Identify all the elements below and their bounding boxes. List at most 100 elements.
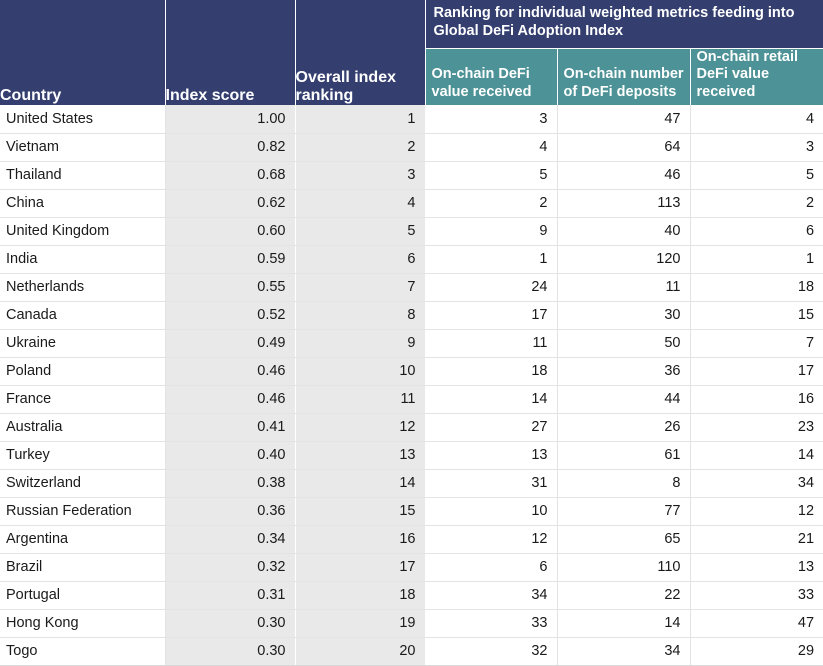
cell-metric2: 30 — [557, 301, 691, 330]
cell-overall-rank: 18 — [295, 581, 426, 610]
cell-country: United Kingdom — [0, 217, 166, 246]
cell-metric1: 24 — [425, 273, 558, 302]
cell-country: Australia — [0, 413, 166, 442]
cell-country: China — [0, 189, 166, 218]
cell-country: Canada — [0, 301, 166, 330]
table-row: Vietnam 0.82 2 4 64 3 — [0, 133, 823, 162]
cell-index-score: 0.46 — [165, 357, 296, 386]
cell-metric3: 29 — [690, 637, 823, 666]
cell-metric3: 1 — [690, 245, 823, 274]
cell-metric3: 5 — [690, 161, 823, 190]
column-header-index-score-cell: Index score — [165, 0, 296, 105]
cell-metric2: 26 — [557, 413, 691, 442]
cell-country: Ukraine — [0, 329, 166, 358]
cell-country: India — [0, 245, 166, 274]
table-row: United Kingdom 0.60 5 9 40 6 — [0, 217, 823, 246]
cell-overall-rank: 14 — [295, 469, 426, 498]
cell-overall-rank: 2 — [295, 133, 426, 162]
table-row: France 0.46 11 14 44 16 — [0, 385, 823, 414]
cell-index-score: 0.59 — [165, 245, 296, 274]
cell-metric1: 13 — [425, 441, 558, 470]
cell-country: Poland — [0, 357, 166, 386]
cell-overall-rank: 1 — [295, 105, 426, 134]
table-row: Hong Kong 0.30 19 33 14 47 — [0, 609, 823, 638]
cell-metric3: 13 — [690, 553, 823, 582]
column-header-country-cell: Country — [0, 0, 166, 105]
table-row: Turkey 0.40 13 13 61 14 — [0, 441, 823, 470]
cell-metric3: 47 — [690, 609, 823, 638]
table-row: Switzerland 0.38 14 31 8 34 — [0, 469, 823, 498]
cell-overall-rank: 6 — [295, 245, 426, 274]
cell-metric1: 5 — [425, 161, 558, 190]
cell-country: Thailand — [0, 161, 166, 190]
cell-overall-rank: 19 — [295, 609, 426, 638]
cell-country: Russian Federation — [0, 497, 166, 526]
cell-metric1: 6 — [425, 553, 558, 582]
cell-metric2: 50 — [557, 329, 691, 358]
cell-metric1: 11 — [425, 329, 558, 358]
cell-overall-rank: 9 — [295, 329, 426, 358]
column-header-country: Country — [0, 87, 62, 104]
cell-index-score: 0.49 — [165, 329, 296, 358]
cell-metric3: 6 — [690, 217, 823, 246]
cell-index-score: 0.55 — [165, 273, 296, 302]
cell-overall-rank: 17 — [295, 553, 426, 582]
cell-metric2: 64 — [557, 133, 691, 162]
cell-metric1: 2 — [425, 189, 558, 218]
cell-metric3: 2 — [690, 189, 823, 218]
cell-overall-rank: 12 — [295, 413, 426, 442]
cell-country: Portugal — [0, 581, 166, 610]
cell-metric1: 27 — [425, 413, 558, 442]
table-row: India 0.59 6 1 120 1 — [0, 245, 823, 274]
cell-index-score: 1.00 — [165, 105, 296, 134]
cell-country: Vietnam — [0, 133, 166, 162]
cell-metric2: 65 — [557, 525, 691, 554]
cell-metric1: 17 — [425, 301, 558, 330]
cell-metric1: 14 — [425, 385, 558, 414]
cell-index-score: 0.52 — [165, 301, 296, 330]
cell-country: Argentina — [0, 525, 166, 554]
cell-index-score: 0.34 — [165, 525, 296, 554]
cell-metric3: 3 — [690, 133, 823, 162]
cell-metric3: 4 — [690, 105, 823, 134]
table-body: United States 1.00 1 3 47 4 Vietnam 0.82 2 4 64 3 Th… — [0, 105, 823, 666]
cell-metric3: 15 — [690, 301, 823, 330]
cell-index-score: 0.46 — [165, 385, 296, 414]
column-header-overall-rank: Overall index ranking — [295, 69, 397, 104]
cell-index-score: 0.32 — [165, 553, 296, 582]
cell-metric1: 1 — [425, 245, 558, 274]
defi-adoption-index-table-sheet: Country Index score Overall index rankin… — [0, 0, 823, 666]
table-row: China 0.62 4 2 113 2 — [0, 189, 823, 218]
column-header-metric1: On-chain DeFi value received — [425, 48, 558, 105]
table-row: Thailand 0.68 3 5 46 5 — [0, 161, 823, 190]
cell-index-score: 0.40 — [165, 441, 296, 470]
cell-overall-rank: 4 — [295, 189, 426, 218]
cell-metric3: 21 — [690, 525, 823, 554]
cell-overall-rank: 3 — [295, 161, 426, 190]
cell-metric3: 33 — [690, 581, 823, 610]
defi-adoption-index-table: Country Index score Overall index rankin… — [0, 0, 823, 666]
table-row: Canada 0.52 8 17 30 15 — [0, 301, 823, 330]
column-header-metric2: On-chain number of DeFi deposits — [557, 48, 691, 105]
cell-metric3: 14 — [690, 441, 823, 470]
cell-metric1: 9 — [425, 217, 558, 246]
cell-index-score: 0.60 — [165, 217, 296, 246]
cell-overall-rank: 20 — [295, 637, 426, 666]
cell-metric2: 77 — [557, 497, 691, 526]
table-row: Brazil 0.32 17 6 110 13 — [0, 553, 823, 582]
cell-metric2: 36 — [557, 357, 691, 386]
cell-index-score: 0.82 — [165, 133, 296, 162]
cell-metric2: 34 — [557, 637, 691, 666]
cell-metric1: 33 — [425, 609, 558, 638]
cell-metric3: 12 — [690, 497, 823, 526]
table-row: Argentina 0.34 16 12 65 21 — [0, 525, 823, 554]
cell-metric3: 16 — [690, 385, 823, 414]
cell-metric1: 34 — [425, 581, 558, 610]
group-header-metrics: Ranking for individual weighted metrics … — [425, 0, 823, 49]
table-row: Portugal 0.31 18 34 22 33 — [0, 581, 823, 610]
cell-country: United States — [0, 105, 166, 134]
column-header-index-score: Index score — [165, 87, 255, 104]
cell-country: Hong Kong — [0, 609, 166, 638]
cell-index-score: 0.68 — [165, 161, 296, 190]
cell-index-score: 0.41 — [165, 413, 296, 442]
